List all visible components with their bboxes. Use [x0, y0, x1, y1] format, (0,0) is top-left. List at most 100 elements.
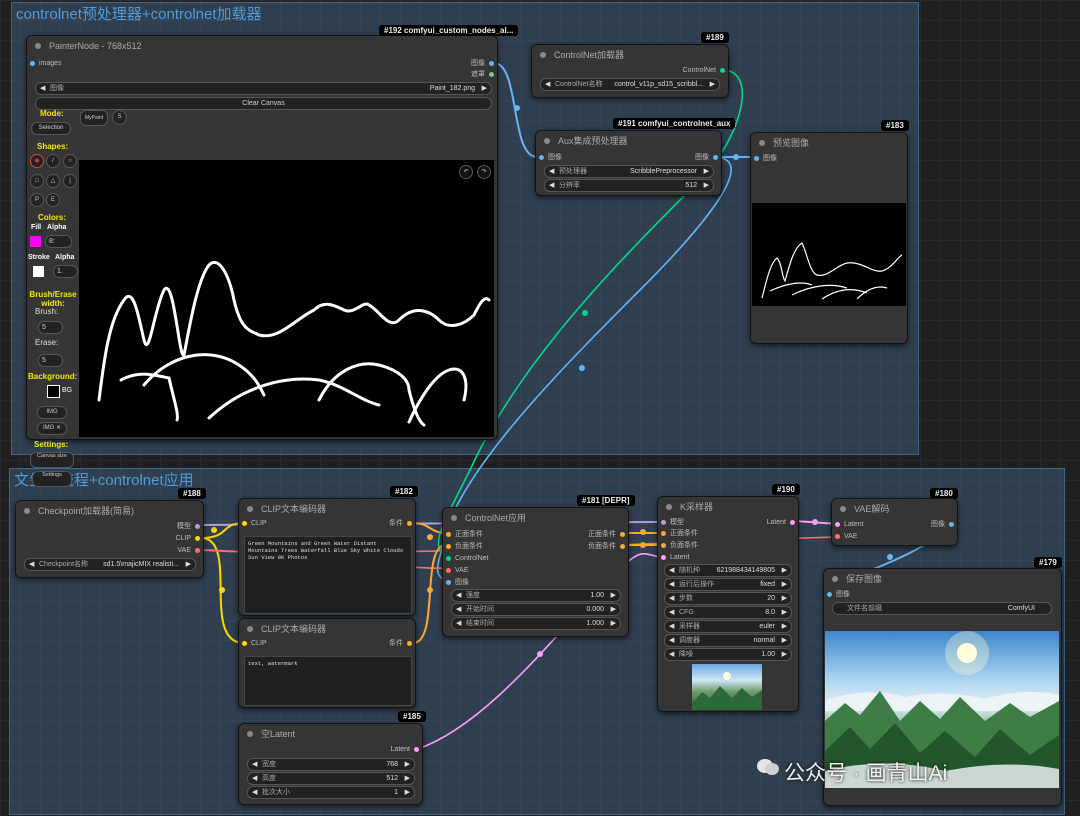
- node-title[interactable]: VAE解码: [832, 499, 957, 519]
- slot-clip-in[interactable]: CLIP: [242, 639, 267, 649]
- slot-pos-in[interactable]: 正面条件: [446, 530, 483, 540]
- node-title[interactable]: ControlNet应用: [443, 508, 628, 528]
- batch-size-input[interactable]: ◀ 批次大小 1 ▶: [247, 786, 415, 799]
- settings-button[interactable]: Settings: [32, 471, 72, 487]
- slot-vae-out[interactable]: VAE: [178, 546, 200, 556]
- slot-pos-out[interactable]: 正面条件: [588, 530, 625, 540]
- slot-model-in[interactable]: 模型: [661, 518, 684, 528]
- canvas-undo-icon[interactable]: ↶: [459, 165, 473, 179]
- control-after-select[interactable]: ◀ 运行后操作 fixed ▶: [664, 578, 792, 591]
- shape-line-icon[interactable]: /: [46, 154, 60, 168]
- stroke-color-swatch[interactable]: [33, 266, 44, 277]
- scheduler-select[interactable]: ◀ 调度器 normal ▶: [664, 634, 792, 647]
- node-title[interactable]: CLIP文本编码器: [239, 619, 415, 639]
- slot-image-in[interactable]: 图像: [827, 590, 850, 600]
- slot-latent-out[interactable]: Latent: [767, 518, 795, 528]
- slot-image-out[interactable]: 图像: [471, 59, 494, 69]
- drawing-canvas[interactable]: ↶ ↷: [79, 160, 494, 437]
- slot-controlnet-in[interactable]: ControlNet: [446, 554, 488, 564]
- sampler-select[interactable]: ◀ 采样器 euler ▶: [664, 620, 792, 633]
- shape-vline-icon[interactable]: |: [63, 174, 77, 188]
- controlnet-apply-node[interactable]: ControlNet应用 正面条件 负面条件 ControlNet VAE 图像…: [442, 507, 629, 637]
- shape-p-icon[interactable]: P: [30, 193, 44, 207]
- slot-neg-out[interactable]: 负面条件: [588, 542, 625, 552]
- node-title[interactable]: 预览图像: [751, 133, 907, 153]
- seed-input[interactable]: ◀ 随机种 621988434149805 ▶: [664, 564, 792, 577]
- slot-vae-in[interactable]: VAE: [835, 532, 858, 542]
- node-title[interactable]: ControlNet加载器: [532, 45, 728, 65]
- mode-mypaint-button[interactable]: MyPaint: [80, 110, 108, 126]
- node-title[interactable]: CLIP文本编码器: [239, 499, 415, 519]
- slot-latent-in[interactable]: Latent: [835, 520, 863, 530]
- slot-latent-out[interactable]: Latent: [391, 745, 419, 755]
- height-input[interactable]: ◀ 高度 512 ▶: [247, 772, 415, 785]
- slot-cond-out[interactable]: 条件: [389, 519, 412, 529]
- vae-decode-node[interactable]: VAE解码 Latent VAE 图像: [831, 498, 958, 546]
- slot-model-out[interactable]: 模型: [177, 522, 200, 532]
- node-title[interactable]: 空Latent: [239, 724, 422, 744]
- slot-image-out[interactable]: 图像: [695, 153, 718, 163]
- preprocessor-select[interactable]: ◀ 预处理器 ScribblePreprocessor ▶: [544, 165, 714, 178]
- mode-selection-button[interactable]: Selection: [31, 122, 71, 135]
- slot-neg-in[interactable]: 负面条件: [661, 541, 698, 551]
- clear-canvas-button[interactable]: Clear Canvas: [35, 97, 492, 110]
- shape-triangle-icon[interactable]: △: [46, 174, 60, 188]
- positive-prompt-textarea[interactable]: Green Mountains and Green Water Distant …: [244, 536, 412, 614]
- canvas-size-button[interactable]: Canvas size: [30, 452, 74, 468]
- slot-vae-in[interactable]: VAE: [446, 566, 469, 576]
- bg-color-swatch[interactable]: [47, 385, 60, 398]
- steps-input[interactable]: ◀ 步数 20 ▶: [664, 592, 792, 605]
- shape-pencil-icon[interactable]: ◉: [30, 154, 44, 168]
- img-remove-button[interactable]: IMG ✕: [37, 422, 67, 435]
- node-title[interactable]: K采样器: [658, 497, 798, 517]
- shape-e-icon[interactable]: E: [46, 193, 60, 207]
- slot-images-in[interactable]: images: [30, 59, 62, 69]
- node-title[interactable]: Aux集成预处理器: [536, 131, 721, 151]
- cfg-input[interactable]: ◀ CFG 8.0 ▶: [664, 606, 792, 619]
- ksampler-node[interactable]: K采样器 模型 正面条件 负面条件 Latent Latent ◀ 随机种 6219…: [657, 496, 799, 712]
- strength-input[interactable]: ◀ 强度 1.00 ▶: [451, 589, 621, 602]
- painter-node[interactable]: PainterNode - 768x512 images 图像 遮罩 ◀ 图像 Pa…: [26, 35, 498, 440]
- node-title[interactable]: 保存图像: [824, 569, 1061, 589]
- negative-prompt-textarea[interactable]: text, watermark: [244, 656, 412, 706]
- slot-clip-in[interactable]: CLIP: [242, 519, 267, 529]
- stroke-alpha-input[interactable]: 1.: [53, 265, 78, 278]
- slot-image-in[interactable]: 图像: [446, 578, 469, 588]
- slot-pos-in[interactable]: 正面条件: [661, 529, 698, 539]
- slot-cond-out[interactable]: 条件: [389, 639, 412, 649]
- controlnet-name-select[interactable]: ◀ ControlNet名称 control_v11p_sd15_scribbl..…: [540, 78, 720, 91]
- node-title[interactable]: PainterNode - 768x512: [27, 36, 497, 56]
- checkpoint-loader-node[interactable]: Checkpoint加载器(简易) 模型 CLIP VAE ◀ Checkpoin…: [15, 500, 204, 578]
- preview-image-node[interactable]: 预览图像 图像: [750, 132, 908, 344]
- slot-image-in[interactable]: 图像: [539, 153, 562, 163]
- denoise-input[interactable]: ◀ 降噪 1.00 ▶: [664, 648, 792, 661]
- slot-latent-in[interactable]: Latent: [661, 553, 689, 563]
- canvas-redo-icon[interactable]: ↷: [477, 165, 491, 179]
- checkpoint-select[interactable]: ◀ Checkpoint名称 sd1.5\majicMIX realisti... ▶: [24, 558, 196, 571]
- slot-neg-in[interactable]: 负面条件: [446, 542, 483, 552]
- shape-circle-icon[interactable]: ○: [63, 154, 77, 168]
- slot-mask-out[interactable]: 遮罩: [471, 70, 494, 80]
- image-select[interactable]: ◀ 图像 Paint_182.png ▶: [35, 82, 492, 95]
- filename-prefix-input[interactable]: 文件名前缀 ComfyUI: [832, 602, 1052, 615]
- empty-latent-node[interactable]: 空Latent Latent ◀ 宽度 768 ▶ ◀ 高度 512 ▶ ◀ 批次大小 1 ▶: [238, 723, 423, 805]
- fill-alpha-input[interactable]: 8:: [45, 235, 72, 248]
- controlnet-loader-node[interactable]: ControlNet加载器 ControlNet ◀ ControlNet名称 co…: [531, 44, 729, 98]
- resolution-input[interactable]: ◀ 分辨率 512 ▶: [544, 179, 714, 192]
- slot-image-in[interactable]: 图像: [754, 154, 777, 164]
- width-input[interactable]: ◀ 宽度 768 ▶: [247, 758, 415, 771]
- erase-width-input[interactable]: 5: [38, 354, 63, 367]
- fill-color-swatch[interactable]: [30, 236, 41, 247]
- slot-clip-out[interactable]: CLIP: [175, 534, 200, 544]
- clip-text-encode-negative[interactable]: CLIP文本编码器 CLIP 条件 text, watermark: [238, 618, 416, 708]
- start-percent-input[interactable]: ◀ 开始时间 0.000 ▶: [451, 603, 621, 616]
- img-button[interactable]: IMG: [37, 406, 67, 419]
- mode-s-button[interactable]: S: [112, 110, 127, 125]
- node-title[interactable]: Checkpoint加载器(简易): [16, 501, 203, 521]
- slot-controlnet-out[interactable]: ControlNet: [683, 66, 725, 76]
- shape-rect-icon[interactable]: □: [30, 174, 44, 188]
- end-percent-input[interactable]: ◀ 结束时间 1.000 ▶: [451, 617, 621, 630]
- clip-text-encode-positive[interactable]: CLIP文本编码器 CLIP 条件 Green Mountains and Gr…: [238, 498, 416, 616]
- brush-width-input[interactable]: 5: [38, 321, 63, 334]
- aux-preprocessor-node[interactable]: Aux集成预处理器 图像 图像 ◀ 预处理器 ScribblePreprocesso…: [535, 130, 722, 196]
